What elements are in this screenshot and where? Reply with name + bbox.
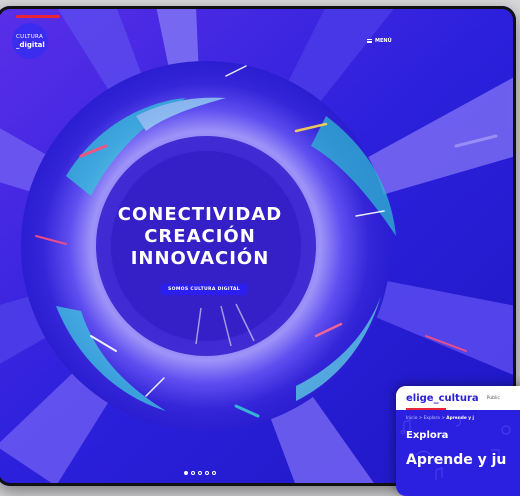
top-accent-bar xyxy=(16,15,60,18)
cultura-digital-logo[interactable]: CULTURA _digital xyxy=(12,23,48,59)
carousel-dot[interactable] xyxy=(198,471,202,475)
page-heading: Aprende y ju xyxy=(406,452,507,468)
phone-content: Inicio > Explora > Aprende y j Explora A… xyxy=(396,410,520,496)
menu-label: MENÚ xyxy=(375,38,392,44)
phone-nav-item[interactable]: Públic xyxy=(487,396,500,401)
carousel-dot[interactable] xyxy=(184,471,188,475)
carousel-dots xyxy=(184,471,216,475)
elige-cultura-logo[interactable]: elige_cultura xyxy=(406,393,479,404)
section-title: Explora xyxy=(406,430,449,441)
headline-line-2: CREACIÓN xyxy=(144,226,256,247)
breadcrumb-explora[interactable]: Explora xyxy=(424,416,440,421)
logo-line-1: CULTURA xyxy=(16,33,44,40)
hero-headline: CONECTIVIDAD CREACIÓN INNOVACIÓN xyxy=(100,204,300,270)
breadcrumb-current: Aprende y j xyxy=(446,416,475,421)
breadcrumb-inicio[interactable]: Inicio xyxy=(406,416,417,421)
logo-line-2: _digital xyxy=(16,40,45,49)
headline-line-1: CONECTIVIDAD xyxy=(117,204,283,225)
phone-preview: elige_cultura Públic Inicio > Explora > … xyxy=(396,386,520,496)
somos-cultura-digital-button[interactable]: SOMOS CULTURA DIGITAL xyxy=(161,284,247,295)
carousel-dot[interactable] xyxy=(191,471,195,475)
carousel-dot[interactable] xyxy=(212,471,216,475)
menu-button[interactable]: MENÚ xyxy=(362,34,397,48)
carousel-dot[interactable] xyxy=(205,471,209,475)
phone-header: elige_cultura Públic xyxy=(396,386,520,410)
breadcrumb: Inicio > Explora > Aprende y j xyxy=(406,416,474,421)
headline-line-3: INNOVACIÓN xyxy=(130,248,270,269)
hamburger-icon xyxy=(367,39,372,43)
